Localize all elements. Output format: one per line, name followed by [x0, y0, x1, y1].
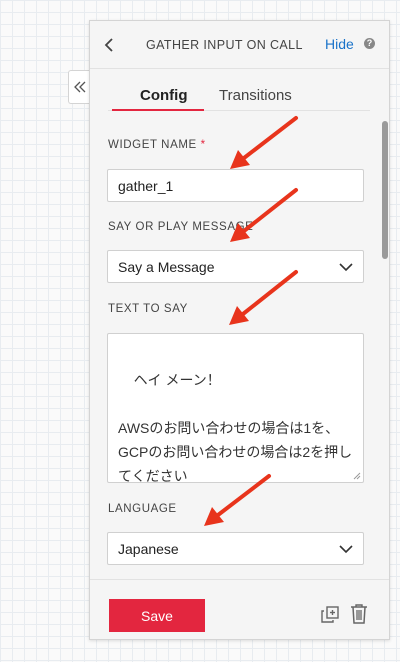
save-button[interactable]: Save	[109, 599, 205, 632]
question-circle-icon[interactable]: ?	[364, 38, 375, 49]
text-to-say-textarea[interactable]: ヘイ メーン！ AWSのお問い合わせの場合は1を、GCPのお問い合わせの場合は2…	[107, 333, 364, 483]
say-or-play-select[interactable]: Say a Message	[107, 250, 364, 283]
text-to-say-label: TEXT TO SAY	[108, 303, 188, 315]
collapse-panel-button[interactable]	[68, 70, 90, 104]
duplicate-icon[interactable]	[320, 604, 340, 624]
chevron-left-icon[interactable]	[102, 37, 116, 53]
widget-config-panel: GATHER INPUT ON CALL Hide ? Config Trans…	[89, 20, 390, 640]
chevron-down-icon	[339, 263, 353, 272]
panel-title: GATHER INPUT ON CALL	[146, 38, 303, 52]
language-label: LANGUAGE	[108, 503, 177, 515]
chevron-down-icon	[339, 545, 353, 554]
language-value: Japanese	[118, 541, 179, 557]
trash-icon[interactable]	[350, 603, 368, 624]
panel-footer: Save	[90, 579, 389, 639]
text-to-say-value: ヘイ メーン！ AWSのお問い合わせの場合は1を、GCPのお問い合わせの場合は2…	[118, 372, 353, 483]
tab-config[interactable]: Config	[140, 87, 187, 104]
widget-name-label: WIDGET NAME *	[108, 139, 206, 151]
hide-link[interactable]: Hide	[325, 36, 354, 52]
active-tab-indicator	[112, 109, 204, 111]
panel-header: GATHER INPUT ON CALL Hide ?	[90, 21, 389, 69]
widget-name-input[interactable]: gather_1	[107, 169, 364, 202]
widget-name-label-text: WIDGET NAME	[108, 139, 197, 151]
required-mark: *	[200, 139, 206, 151]
language-select[interactable]: Japanese	[107, 532, 364, 565]
tab-transitions[interactable]: Transitions	[219, 87, 292, 104]
say-or-play-label: SAY OR PLAY MESSAGE	[108, 221, 254, 233]
panel-scrollbar[interactable]	[382, 121, 388, 259]
say-or-play-value: Say a Message	[118, 259, 215, 275]
tab-bar: Config Transitions	[108, 83, 370, 111]
resize-grip-icon[interactable]	[353, 472, 361, 480]
double-chevron-left-icon	[73, 81, 85, 93]
